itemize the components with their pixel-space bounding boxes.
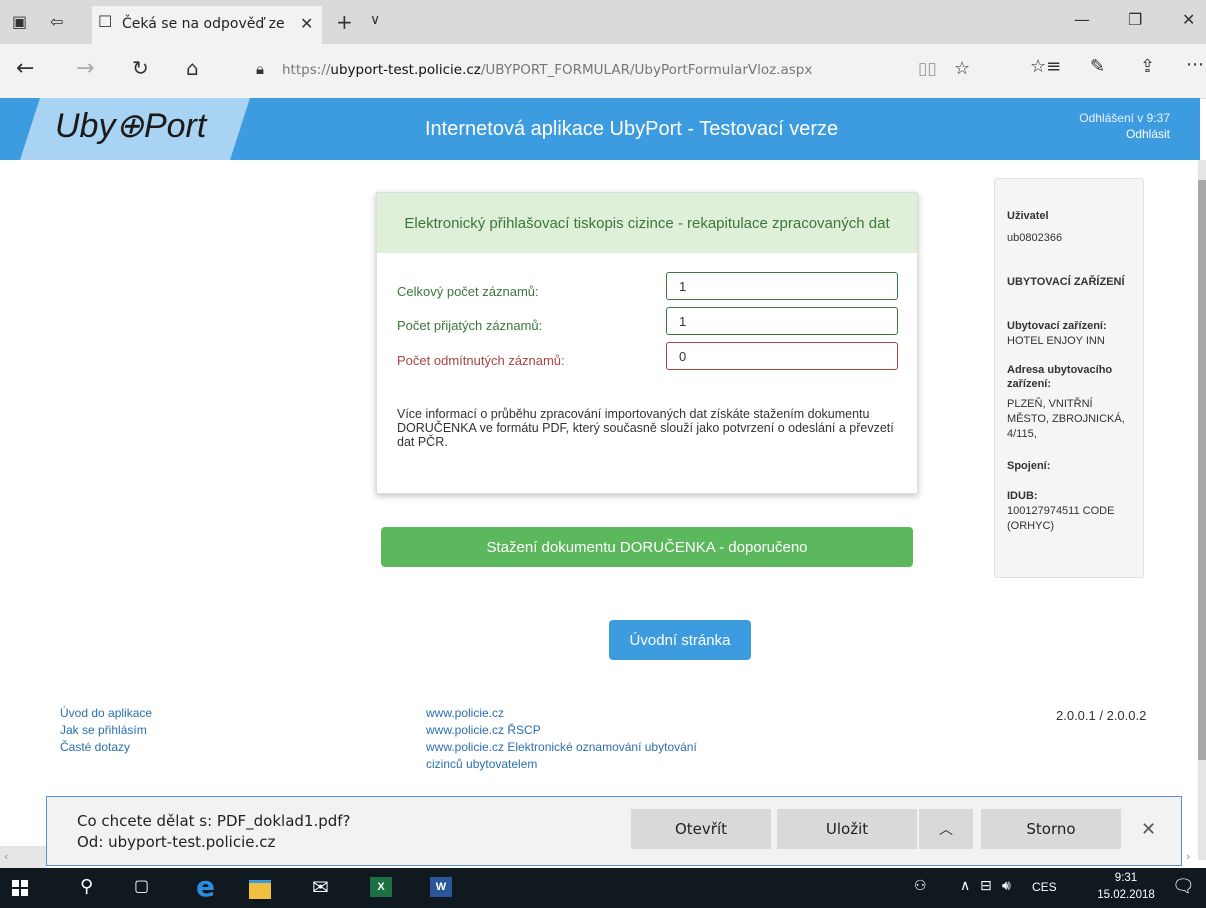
tabs-aside-icon[interactable]: ▣ <box>12 12 27 31</box>
facility-value: HOTEL ENJOY INN <box>1007 335 1105 347</box>
action-center-icon[interactable]: 🗨︎ <box>1172 876 1195 897</box>
address-label: Adresa ubytovacího zařízení: <box>1007 364 1113 390</box>
more-options-icon[interactable]: ⋯ <box>1186 54 1204 75</box>
accepted-records-field[interactable]: 1 <box>666 307 898 335</box>
panel-heading: Elektronický přihlašovací tiskopis cizin… <box>377 193 917 253</box>
download-bar: Co chcete dělat s: PDF_doklad1.pdf? Od: … <box>46 796 1182 866</box>
url-path: /UBYPORT_FORMULAR/UbyPortFormularVloz.as… <box>480 62 813 78</box>
download-message: Co chcete dělat s: PDF_doklad1.pdf? Od: … <box>77 811 351 853</box>
volume-icon[interactable]: 🔊︎ <box>1002 878 1011 894</box>
set-tabs-aside-icon[interactable]: ⇦ <box>50 12 63 31</box>
recap-panel: Elektronický přihlašovací tiskopis cizin… <box>376 192 918 494</box>
footer-link-intro[interactable]: Úvod do aplikace <box>60 705 152 722</box>
total-records-field[interactable]: 1 <box>666 272 898 300</box>
url-field[interactable]: 🔒︎ https://ubyport-test.policie.cz/UBYPO… <box>242 54 982 86</box>
app-title: Internetová aplikace UbyPort - Testovací… <box>425 118 839 140</box>
file-explorer-icon[interactable] <box>249 880 271 899</box>
accepted-records-label: Počet přijatých záznamů: <box>397 318 543 333</box>
back-icon[interactable]: ← <box>16 56 34 81</box>
save-options-button[interactable]: ︿ <box>919 809 973 849</box>
page-icon: ☐ <box>98 12 113 31</box>
language-indicator[interactable]: CES <box>1032 880 1057 894</box>
close-download-bar-icon[interactable]: ✕ <box>1141 819 1156 840</box>
rejected-records-label: Počet odmítnutých záznamů: <box>397 353 565 368</box>
mail-icon[interactable]: ✉ <box>312 875 329 899</box>
footer-link-policie[interactable]: www.policie.cz <box>426 705 697 722</box>
url-domain: ubyport-test.policie.cz <box>330 62 481 78</box>
idub-value: 100127974511 CODE (ORHYC) <box>1007 505 1115 532</box>
footer-link-faq[interactable]: Časté dotazy <box>60 739 152 756</box>
share-icon[interactable]: ⇪ <box>1140 56 1155 77</box>
vertical-scrollbar-thumb[interactable] <box>1198 180 1206 760</box>
facility-label: Ubytovací zařízení: <box>1007 320 1107 332</box>
total-records-label: Celkový počet záznamů: <box>397 284 539 299</box>
forward-icon[interactable]: → <box>76 56 94 81</box>
download-question: Co chcete dělat s: PDF_doklad1.pdf? <box>77 812 351 830</box>
url-text: https://ubyport-test.policie.cz/UBYPORT_… <box>282 62 812 78</box>
clock-date: 15.02.2018 <box>1097 889 1155 901</box>
start-windows-icon[interactable] <box>12 880 28 896</box>
web-notes-pen-icon[interactable]: ✎ <box>1090 56 1105 77</box>
facility-heading: UBYTOVACÍ ZAŘÍZENÍ <box>1007 276 1125 288</box>
user-info-sidebar: Uživatel ub0802366 UBYTOVACÍ ZAŘÍZENÍ Ub… <box>994 178 1144 578</box>
windows-taskbar: ⚲ ▢ e ✉ X W ⚇ ∧ ⊟ 🔊︎ CES 9:31 15.02.2018… <box>0 868 1206 908</box>
cancel-button[interactable]: Storno <box>981 809 1121 849</box>
horizontal-scrollbar[interactable]: ‹ <box>0 846 46 868</box>
excel-icon[interactable]: X <box>370 877 392 897</box>
minimize-icon[interactable]: — <box>1074 10 1090 29</box>
close-window-icon[interactable]: ✕ <box>1182 10 1195 29</box>
rejected-records-field[interactable]: 0 <box>666 342 898 370</box>
browser-tab[interactable]: ☐ Čeká se na odpověď ze ✕ <box>92 6 322 44</box>
refresh-icon[interactable]: ↻ <box>132 56 149 80</box>
save-button[interactable]: Uložit <box>777 809 917 849</box>
home-icon[interactable]: ⌂ <box>186 56 199 80</box>
network-icon[interactable]: ⊟ <box>980 878 992 894</box>
chevron-up-icon: ︿ <box>939 822 953 838</box>
clock-time: 9:31 <box>1114 872 1138 884</box>
clock[interactable]: 9:31 15.02.2018 <box>1096 870 1156 904</box>
close-tab-icon[interactable]: ✕ <box>300 14 313 33</box>
browser-tab-bar: ▣ ⇦ ☐ Čeká se na odpověď ze ✕ + ∨ — ❐ ✕ <box>0 0 1206 44</box>
people-icon[interactable]: ⚇ <box>914 878 927 894</box>
show-hidden-icons-icon[interactable]: ∧ <box>960 878 970 894</box>
footer-link-rscp[interactable]: www.policie.cz ŘSCP <box>426 722 697 739</box>
word-icon[interactable]: W <box>430 877 452 897</box>
home-page-button[interactable]: Úvodní stránka <box>609 620 751 660</box>
logout-link[interactable]: Odhlásit <box>1079 126 1170 142</box>
address-value: PLZEŇ, VNITŘNÍ MĚSTO, ZBROJNICKÁ, 4/115, <box>1007 398 1125 440</box>
favorites-hub-icon[interactable]: ☆≡ <box>1030 56 1061 77</box>
contact-label: Spojení: <box>1007 460 1051 472</box>
logout-timer: Odhlášení v 9:37 <box>1079 111 1170 125</box>
favorite-star-icon[interactable]: ☆ <box>954 58 970 79</box>
footer-link-eou[interactable]: www.policie.cz Elektronické oznamování u… <box>426 739 697 756</box>
reading-view-icon[interactable]: ▯▯ <box>918 59 937 79</box>
url-prefix: https:// <box>282 62 331 78</box>
task-view-icon[interactable]: ▢ <box>134 876 149 895</box>
info-text: Více informací o průběhu zpracování impo… <box>397 407 894 449</box>
idub-label: IDUB: <box>1007 490 1038 502</box>
tab-preview-chevron-icon[interactable]: ∨ <box>370 12 380 28</box>
footer-left-links: Úvod do aplikace Jak se přihlásím Časté … <box>60 705 152 756</box>
address-bar-row: ← → ↻ ⌂ 🔒︎ https://ubyport-test.policie.… <box>0 44 1206 99</box>
new-tab-icon[interactable]: + <box>336 10 353 34</box>
footer-mid-links: www.policie.cz www.policie.cz ŘSCP www.p… <box>426 705 697 773</box>
app-header: Uby⊕Port Internetová aplikace UbyPort - … <box>0 98 1200 160</box>
footer-link-login-help[interactable]: Jak se přihlásím <box>60 722 152 739</box>
scroll-right-icon[interactable]: › <box>1186 850 1190 863</box>
search-icon[interactable]: ⚲ <box>80 876 93 897</box>
ubyport-logo[interactable]: Uby⊕Port <box>55 106 206 146</box>
version-text: 2.0.0.1 / 2.0.0.2 <box>1056 708 1147 723</box>
user-label: Uživatel <box>1007 210 1049 222</box>
footer-link-eou-cont[interactable]: cizinců ubytovatelem <box>426 756 697 773</box>
open-button[interactable]: Otevřít <box>631 809 771 849</box>
scroll-left-icon[interactable]: ‹ <box>4 850 8 863</box>
tab-title: Čeká se na odpověď ze <box>122 16 285 32</box>
user-value: ub0802366 <box>1007 232 1063 244</box>
download-doruccenka-button[interactable]: Stažení dokumentu DORUČENKA - doporučeno <box>381 527 913 567</box>
lock-icon: 🔒︎ <box>256 60 264 78</box>
restore-icon[interactable]: ❐ <box>1128 10 1142 29</box>
edge-taskbar-icon[interactable]: e <box>196 870 215 903</box>
session-info: Odhlášení v 9:37 Odhlásit <box>1079 110 1170 142</box>
download-source: Od: ubyport-test.policie.cz <box>77 833 276 851</box>
